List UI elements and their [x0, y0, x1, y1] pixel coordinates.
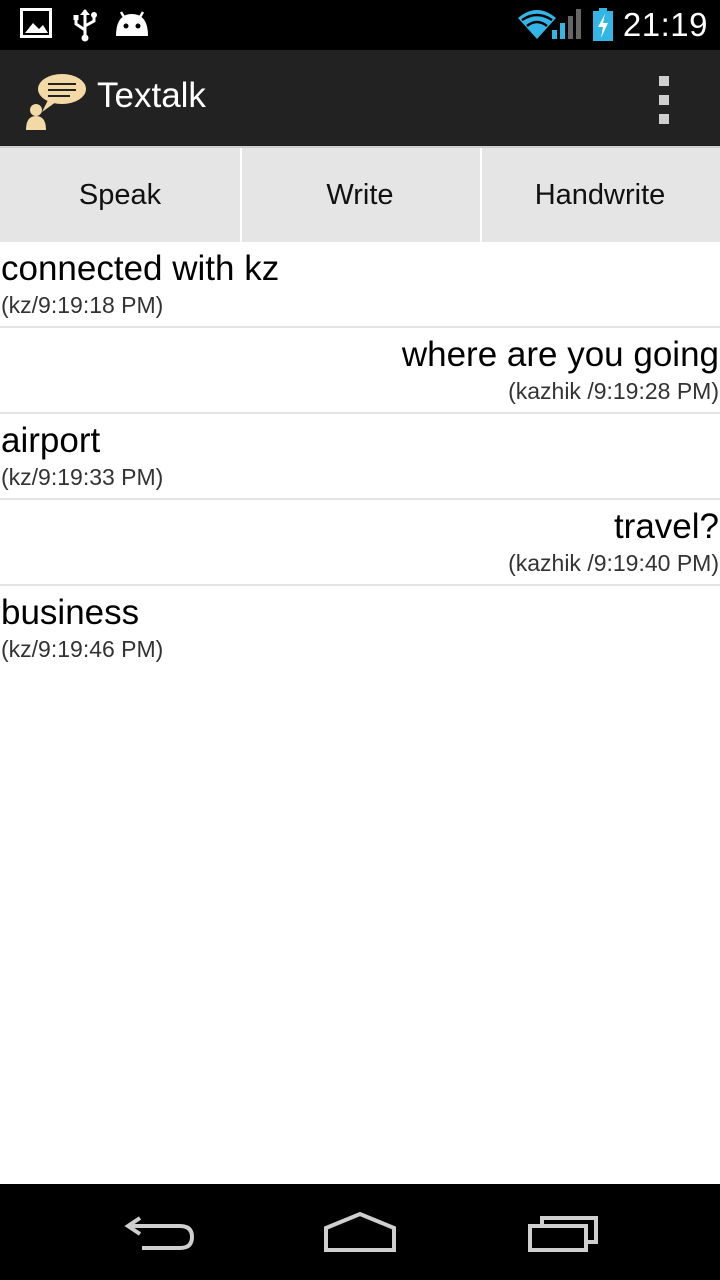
battery-charging-icon — [592, 8, 614, 47]
home-icon[interactable] — [310, 1204, 410, 1260]
signal-icon — [550, 8, 584, 45]
message-meta: (kz/9:19:18 PM) — [1, 292, 164, 318]
message-meta: (kz/9:19:33 PM) — [1, 464, 164, 490]
message-list[interactable]: connected with kz (kz/9:19:18 PM) where … — [0, 242, 720, 672]
message-meta: (kazhik /9:19:40 PM) — [508, 550, 719, 576]
message-meta: (kazhik /9:19:28 PM) — [508, 378, 719, 404]
tab-write[interactable]: Write — [240, 148, 480, 242]
message-text: business — [1, 593, 140, 632]
navigation-bar — [0, 1184, 720, 1280]
message-text: airport — [1, 421, 101, 460]
app-title: Textalk — [97, 76, 206, 115]
overflow-dot — [659, 95, 669, 105]
android-icon — [112, 8, 152, 43]
message-item: business (kz/9:19:46 PM) — [0, 586, 720, 672]
message-item: where are you going (kazhik /9:19:28 PM) — [0, 328, 720, 414]
recents-icon[interactable] — [512, 1204, 612, 1260]
image-icon — [20, 8, 52, 43]
overflow-dot — [659, 76, 669, 86]
message-text: travel? — [613, 507, 719, 546]
overflow-menu-icon[interactable] — [646, 76, 682, 124]
status-clock: 21:19 — [622, 6, 708, 43]
message-text: where are you going — [401, 335, 719, 374]
message-item: connected with kz (kz/9:19:18 PM) — [0, 242, 720, 328]
message-item: travel? (kazhik /9:19:40 PM) — [0, 500, 720, 586]
tab-speak[interactable]: Speak — [0, 148, 240, 242]
message-item: airport (kz/9:19:33 PM) — [0, 414, 720, 500]
action-bar: Textalk — [0, 50, 720, 146]
tab-bar: Speak Write Handwrite — [0, 146, 720, 242]
tab-handwrite[interactable]: Handwrite — [480, 148, 720, 242]
overflow-dot — [659, 114, 669, 124]
speech-bubble-person-icon[interactable] — [24, 72, 88, 130]
message-meta: (kz/9:19:46 PM) — [1, 636, 164, 662]
back-icon[interactable] — [110, 1204, 210, 1260]
usb-icon — [72, 8, 98, 47]
message-text: connected with kz — [1, 249, 280, 288]
status-bar: 21:19 — [0, 0, 720, 50]
